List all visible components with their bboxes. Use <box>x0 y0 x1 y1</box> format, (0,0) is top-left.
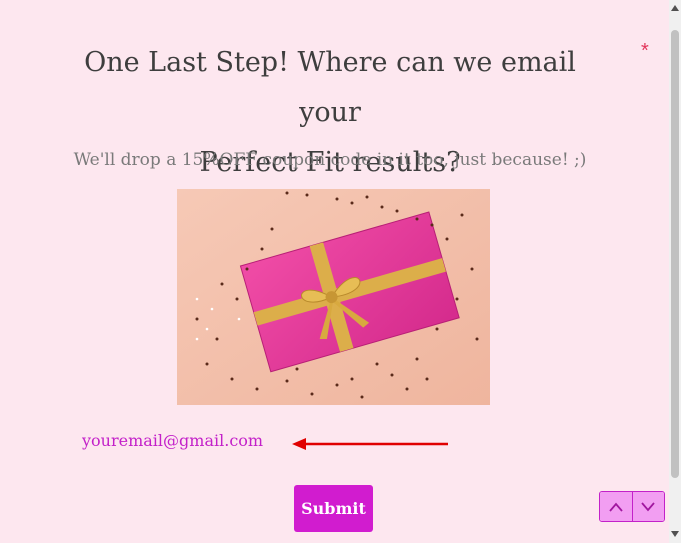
next-question-button[interactable] <box>631 492 664 521</box>
pointer-arrow-icon <box>292 438 448 450</box>
gift-box-image <box>177 189 490 405</box>
submit-button[interactable]: Submit <box>294 485 373 532</box>
question-title-line-1: One Last Step! Where can we email your <box>84 47 576 128</box>
vertical-scrollbar[interactable] <box>669 0 681 543</box>
chevron-down-icon <box>641 501 655 511</box>
previous-question-button[interactable] <box>600 492 632 521</box>
scrollbar-thumb[interactable] <box>671 30 679 478</box>
triangle-up-icon[interactable] <box>671 4 679 12</box>
question-subtitle: We'll drop a 15%OFF coupon code in it to… <box>73 150 587 170</box>
required-marker: * <box>641 40 649 62</box>
question-navigation <box>599 491 665 522</box>
form-page: * One Last Step! Where can we email your… <box>0 0 669 543</box>
triangle-down-icon[interactable] <box>671 530 679 538</box>
email-field[interactable] <box>82 425 282 455</box>
chevron-up-icon <box>609 502 623 512</box>
